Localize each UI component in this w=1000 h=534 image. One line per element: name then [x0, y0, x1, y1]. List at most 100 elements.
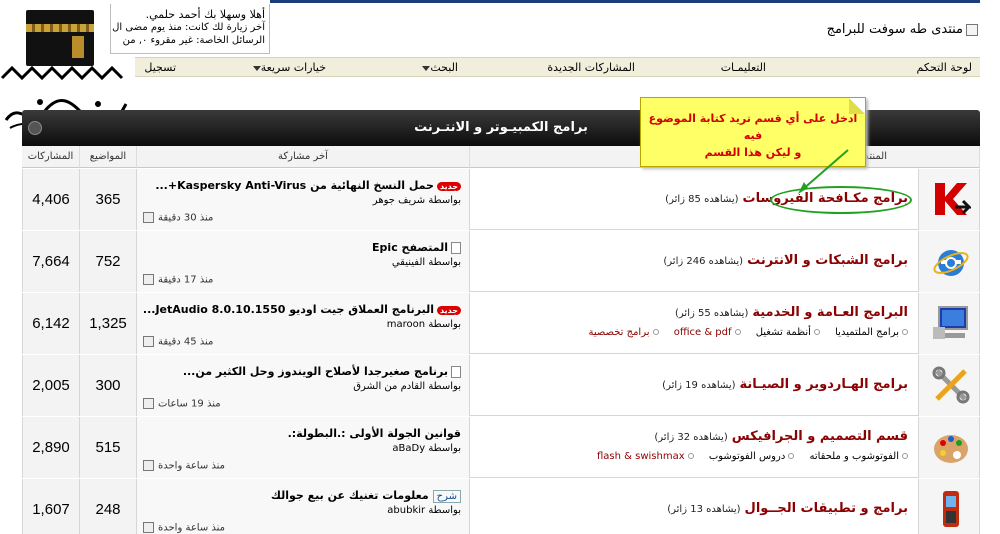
- col-posts: المشاركات: [22, 146, 80, 168]
- forum-cell: برامج و تطبيقات الجــوال (يشاهده 13 زائر): [470, 479, 919, 534]
- forum-icon-cell: [919, 479, 980, 534]
- threads-count: 1,325: [89, 315, 127, 332]
- threads-count: 515: [95, 439, 121, 456]
- go-to-last-post-icon[interactable]: [143, 274, 154, 285]
- go-to-last-post-icon[interactable]: [143, 460, 154, 471]
- posts-count: 2,005: [32, 377, 70, 394]
- last-post-title[interactable]: شرحمعلومات تغنيك عن بيع جوالك: [271, 489, 461, 503]
- posts-cell: 2,890: [22, 417, 80, 478]
- subforums-list: الفوتوشوب و ملحقاته دروس الفوتوشوب flash…: [585, 451, 908, 462]
- threads-cell: 365: [80, 169, 137, 230]
- last-post-author[interactable]: بواسطة شريف جوهر: [373, 195, 461, 206]
- subforum-link[interactable]: flash & swishmax: [597, 451, 694, 462]
- forum-viewers: (يشاهده 13 زائر): [667, 504, 741, 515]
- tools-icon: [932, 366, 970, 404]
- forum-link[interactable]: برامج الشبكات و الانترنت: [747, 253, 908, 268]
- new-badge: جديد: [436, 181, 461, 191]
- last-post-cell: جديدالبرنامج العملاق جيت اوديو JetAudio …: [137, 293, 470, 354]
- last-post-time: منذ 19 ساعات: [143, 398, 221, 410]
- forum-icon-cell: [919, 417, 980, 478]
- last-post-time: منذ ساعة واحدة: [143, 460, 225, 472]
- forum-link[interactable]: برامج و تطبيقات الجــوال: [745, 501, 908, 516]
- welcome-box: أهلا وسهلا بك أحمد حلمي. آخر زيارة لك كا…: [110, 4, 270, 54]
- go-to-last-post-icon[interactable]: [143, 522, 154, 533]
- threads-count: 248: [95, 501, 121, 518]
- forum-title-line: برامج الشبكات و الانترنت(يشاهده 246 زائر…: [663, 253, 908, 268]
- nav-faq[interactable]: التعليمـات: [721, 61, 766, 74]
- last-post-cell: جديدحمل النسخ النهائية من Kaspersky Anti…: [137, 169, 470, 230]
- last-post-time: منذ 17 دقيقة: [143, 274, 213, 286]
- forum-icon-cell: [919, 231, 980, 292]
- threads-count: 300: [95, 377, 121, 394]
- forum-viewers: (يشاهده 19 زائر): [662, 380, 736, 391]
- subforum-link[interactable]: أنظمة تشغيل: [756, 327, 820, 338]
- last-post-author[interactable]: بواسطة abubkir: [387, 505, 461, 516]
- forum-icon-cell: [919, 355, 980, 416]
- welcome-text: أهلا وسهلا بك أحمد حلمي.: [145, 8, 265, 21]
- posts-count: 4,406: [32, 191, 70, 208]
- forum-row: قسم التصميم و الجرافيكس(يشاهده 32 زائر) …: [22, 417, 980, 478]
- threads-count: 752: [95, 253, 121, 270]
- posts-count: 7,664: [32, 253, 70, 270]
- forum-title-line: البرامج العـامة و الخدمية(يشاهده 55 زائر…: [675, 305, 908, 320]
- forum-title[interactable]: منتدى طه سوفت للبرامج: [798, 22, 978, 40]
- last-post-title[interactable]: جديدالبرنامج العملاق جيت اوديو JetAudio …: [143, 303, 461, 316]
- subforum-link[interactable]: برامج الملتميديا: [835, 327, 908, 338]
- forum-row: برامج و تطبيقات الجــوال (يشاهده 13 زائر)…: [22, 479, 980, 534]
- forum-viewers: (يشاهده 32 زائر): [654, 432, 728, 443]
- col-last-post: آخر مشاركة: [137, 146, 470, 168]
- site-logo-kaaba: [20, 2, 102, 72]
- last-post-author[interactable]: بواسطة maroon: [387, 319, 461, 330]
- posts-count: 1,607: [32, 501, 70, 518]
- nav-register[interactable]: تسجيل: [144, 61, 176, 74]
- last-post-title[interactable]: قوانين الجولة الأولى :.البطولة:.: [288, 427, 461, 440]
- forum-title-line: قسم التصميم و الجرافيكس (يشاهده 32 زائر): [654, 429, 908, 444]
- page-header: منتدى طه سوفت للبرامج أهلا وسهلا بك أحمد…: [0, 0, 1000, 56]
- subforum-link[interactable]: برامج تخصصية: [588, 327, 659, 338]
- forum-link[interactable]: البرامج العـامة و الخدمية: [752, 305, 908, 320]
- nav-search[interactable]: البحث: [419, 61, 458, 74]
- forum-cell: قسم التصميم و الجرافيكس(يشاهده 32 زائر) …: [470, 417, 919, 478]
- last-post-cell: المتصفح Epic بواسطة الفينيقي منذ 17 دقيق…: [137, 231, 470, 292]
- go-to-last-post-icon[interactable]: [143, 398, 154, 409]
- subforum-link[interactable]: office & pdf: [674, 327, 741, 338]
- navbar: لوحة التحكم التعليمـات المشاركات الجديدة…: [135, 57, 980, 77]
- forum-row: برامج الهـاردوير و الصيـانة (يشاهده 19 زا…: [22, 355, 980, 416]
- logo-decoration: [0, 66, 124, 81]
- kaspersky-icon: [935, 183, 971, 215]
- last-post-author[interactable]: بواسطة aBaDy: [392, 443, 461, 454]
- last-post-time: منذ 30 دقيقة: [143, 212, 213, 224]
- subforum-link[interactable]: الفوتوشوب و ملحقاته: [809, 451, 908, 462]
- subforum-link[interactable]: دروس الفوتوشوب: [709, 451, 795, 462]
- nav-user-cp[interactable]: لوحة التحكم: [917, 61, 972, 74]
- internet-explorer-icon: [933, 250, 969, 276]
- threads-cell: 248: [80, 479, 137, 534]
- threads-cell: 1,325: [80, 293, 137, 354]
- posts-cell: 7,664: [22, 231, 80, 292]
- go-to-last-post-icon[interactable]: [143, 336, 154, 347]
- threads-cell: 752: [80, 231, 137, 292]
- last-post-cell: برنامج صغيرجدا لأصلاح الويندوز وحل الكثي…: [137, 355, 470, 416]
- last-post-time: منذ ساعة واحدة: [143, 522, 225, 534]
- forum-link[interactable]: قسم التصميم و الجرافيكس: [732, 429, 908, 444]
- callout-line-1: ادخل على أي قسم تريد كتابة الموضوع فيه: [648, 112, 858, 142]
- last-post-author[interactable]: بواسطة الفينيقي: [392, 257, 461, 268]
- forum-viewers: (يشاهده 55 زائر): [675, 308, 749, 319]
- nav-new-posts[interactable]: المشاركات الجديدة: [547, 61, 635, 74]
- computer-monitor-icon: [933, 306, 968, 339]
- nav-quick-links[interactable]: خيارات سريعة: [250, 61, 326, 74]
- last-post-time: منذ 45 دقيقة: [143, 336, 213, 348]
- last-post-title[interactable]: جديدحمل النسخ النهائية من Kaspersky Anti…: [155, 179, 461, 192]
- threads-cell: 300: [80, 355, 137, 416]
- forum-cell: برامج الهـاردوير و الصيـانة (يشاهده 19 زا…: [470, 355, 919, 416]
- posts-cell: 6,142: [22, 293, 80, 354]
- new-badge: جديد: [436, 305, 461, 315]
- forum-viewers: (يشاهده 85 زائر): [665, 194, 739, 205]
- forum-link[interactable]: برامج الهـاردوير و الصيـانة: [740, 377, 909, 392]
- private-messages-link[interactable]: الرسائل الخاصة: غير مقروء ٠, من: [111, 34, 265, 47]
- go-to-last-post-icon[interactable]: [143, 212, 154, 223]
- last-post-title[interactable]: المتصفح Epic: [372, 241, 461, 254]
- last-post-title[interactable]: برنامج صغيرجدا لأصلاح الويندوز وحل الكثي…: [183, 365, 461, 378]
- last-post-author[interactable]: بواسطة القادم من الشرق: [353, 381, 461, 392]
- highlight-oval: [770, 186, 912, 214]
